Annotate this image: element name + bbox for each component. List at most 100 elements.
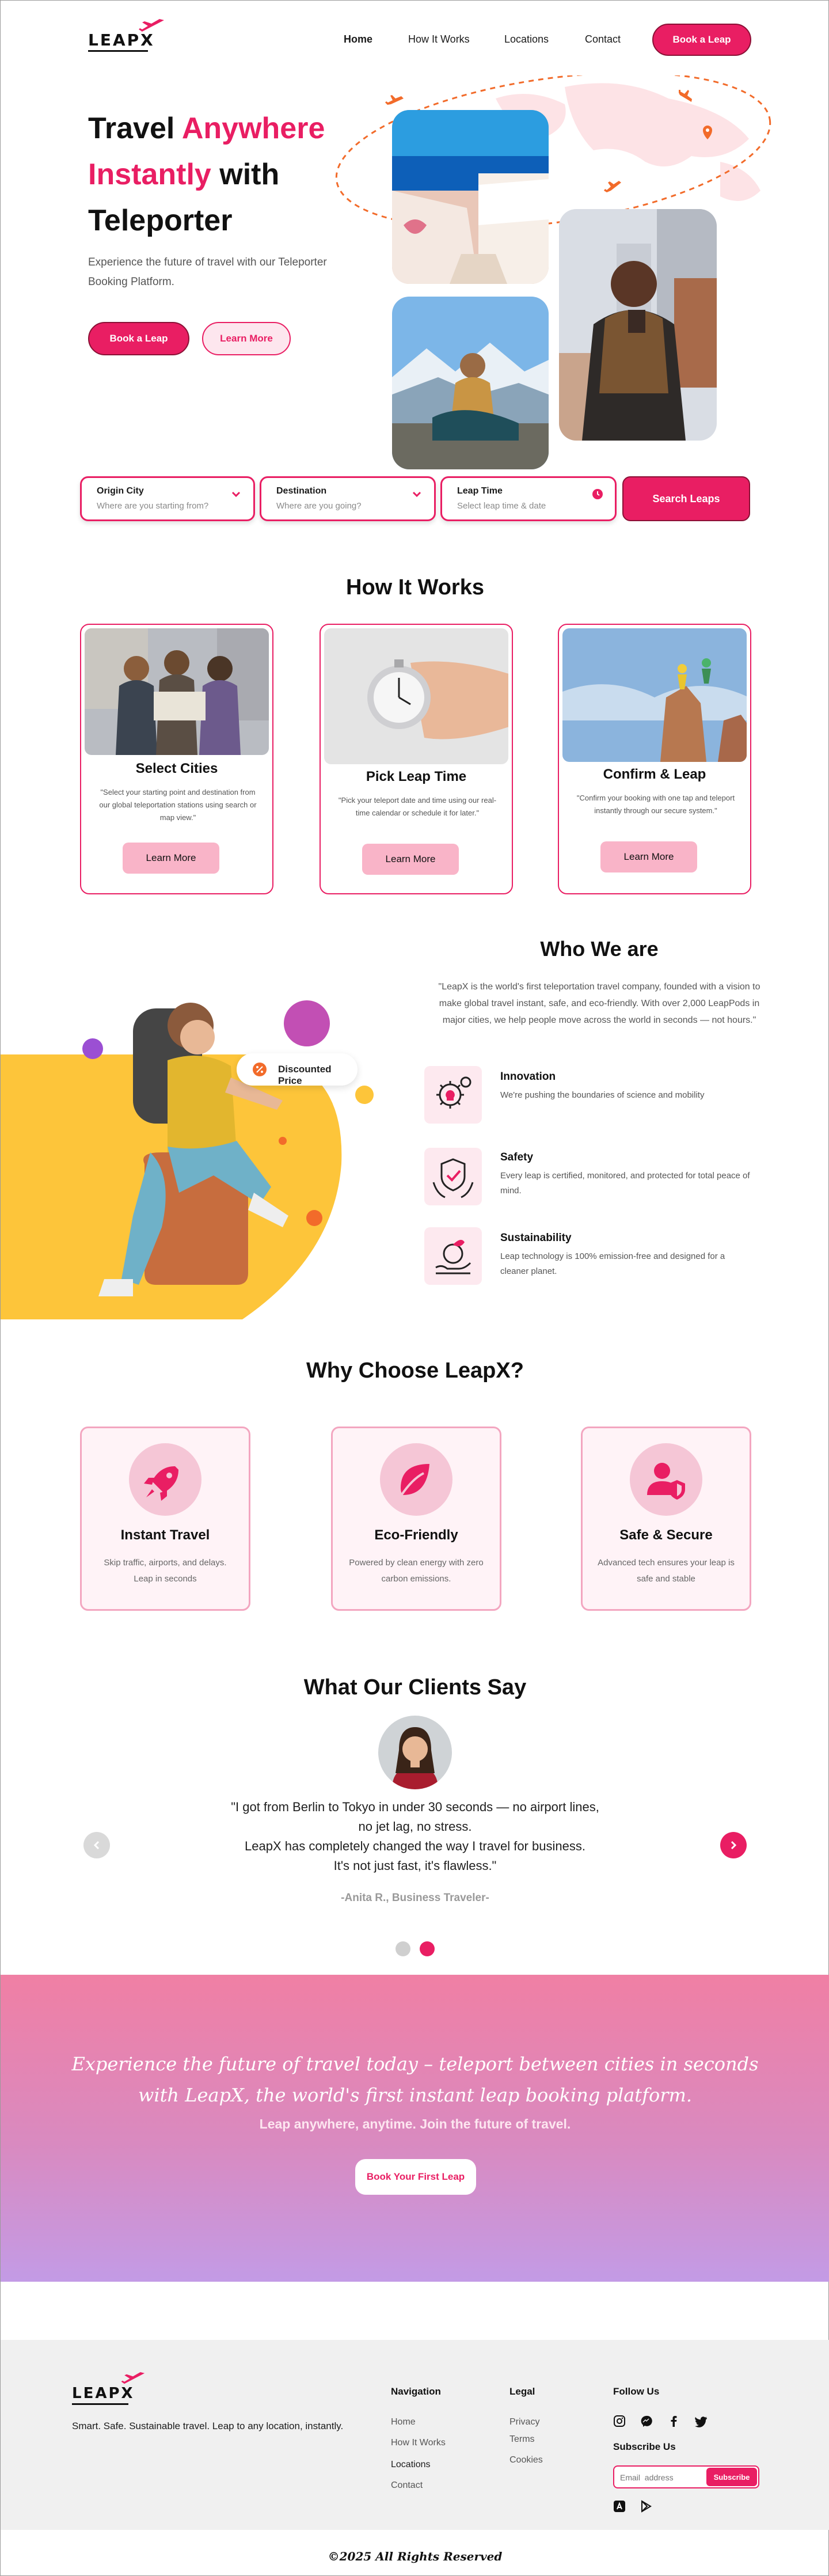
quote-line: no jet lag, no stress. xyxy=(358,1819,472,1834)
hero-photo-santorini xyxy=(392,110,549,284)
hero-photo-mountain-hiker xyxy=(392,297,549,469)
discount-badge: Discounted Price xyxy=(237,1053,358,1086)
origin-label: Origin City xyxy=(97,486,144,496)
messenger-icon[interactable] xyxy=(640,2415,652,2427)
footer-subscribe-title: Subscribe Us xyxy=(613,2441,676,2452)
hero-title-anywhere: Anywhere xyxy=(181,112,325,145)
cta-line: Experience the future of travel today – … xyxy=(71,2053,759,2075)
chevron-left-icon xyxy=(93,1841,100,1850)
quote-line: "I got from Berlin to Tokyo in under 30 … xyxy=(231,1800,599,1814)
nav-how-it-works[interactable]: How It Works xyxy=(408,33,470,45)
facebook-icon[interactable] xyxy=(667,2415,680,2427)
footer-link-how-it-works[interactable]: How It Works xyxy=(391,2438,446,2448)
email-input[interactable] xyxy=(620,2471,701,2484)
who-we-are-text: "LeapX is the world's first teleportatio… xyxy=(438,982,760,1025)
origin-city-field[interactable]: Origin City Where are you starting from? xyxy=(80,476,255,521)
leap-time-placeholder: Select leap time & date xyxy=(457,501,546,511)
how-image-stopwatch xyxy=(324,628,508,764)
plane-logo-icon xyxy=(120,2372,145,2386)
how-learn-more-button[interactable]: Learn More xyxy=(600,841,697,872)
prev-testimonial-button[interactable] xyxy=(83,1832,110,1858)
leap-time-field[interactable]: Leap Time Select leap time & date xyxy=(440,476,617,521)
subscribe-button[interactable]: Subscribe xyxy=(706,2468,757,2486)
feature-title-safety: Safety xyxy=(500,1151,534,1163)
how-card-desc: "Select your starting point and destinat… xyxy=(99,788,257,822)
feature-desc-innovation: We're pushing the boundaries of science … xyxy=(500,1090,705,1100)
hero-title-word-1: Travel xyxy=(88,112,182,145)
who-we-are-title: Who We are xyxy=(540,937,659,961)
feature-desc-safety: Every leap is certified, monitored, and … xyxy=(500,1171,750,1196)
feature-title-sustainability: Sustainability xyxy=(500,1232,572,1244)
how-card-confirm-leap: Confirm & Leap "Confirm your booking wit… xyxy=(558,624,751,894)
twitter-icon[interactable] xyxy=(695,2415,708,2427)
leaf-icon xyxy=(380,1443,452,1516)
plane-logo-icon xyxy=(138,19,164,34)
copyright: ©2025 All Rights Reserved xyxy=(328,2550,503,2563)
footer-link-locations[interactable]: Locations xyxy=(391,2460,431,2470)
chevron-down-icon[interactable] xyxy=(411,488,423,500)
why-choose-title: Why Choose LeapX? xyxy=(306,1359,524,1383)
testimonials-title: What Our Clients Say xyxy=(303,1675,527,1699)
footer xyxy=(1,2340,829,2530)
carousel-dot-1[interactable] xyxy=(396,1941,410,1956)
destination-field[interactable]: Destination Where are you going? xyxy=(260,476,436,521)
hero-title-with: with xyxy=(211,158,280,191)
hero-subtitle: Experience the future of travel with our… xyxy=(88,256,327,288)
hero-title-instantly: Instantly xyxy=(88,158,211,191)
instagram-icon[interactable] xyxy=(613,2415,626,2427)
footer-link-cookies[interactable]: Cookies xyxy=(509,2455,543,2465)
footer-link-home[interactable]: Home xyxy=(391,2417,416,2427)
hero-learn-more-button[interactable]: Learn More xyxy=(202,322,291,355)
footer-follow-title: Follow Us xyxy=(613,2386,660,2397)
how-card-title: Pick Leap Time xyxy=(366,769,467,784)
how-image-friends-map xyxy=(85,628,269,755)
clock-icon[interactable] xyxy=(592,488,603,500)
nav-contact[interactable]: Contact xyxy=(585,33,621,45)
feature-title-innovation: Innovation xyxy=(500,1071,556,1083)
google-play-icon[interactable] xyxy=(640,2500,652,2513)
how-learn-more-button[interactable]: Learn More xyxy=(362,844,459,875)
destination-placeholder: Where are you going? xyxy=(276,501,362,511)
chevron-down-icon[interactable] xyxy=(230,488,242,500)
safety-icon xyxy=(424,1148,482,1205)
search-leaps-button[interactable]: Search Leaps xyxy=(622,476,750,521)
testimonial-quote: "I got from Berlin to Tokyo in under 30 … xyxy=(185,1797,645,1876)
app-store-icon[interactable] xyxy=(613,2500,626,2513)
footer-legal-title: Legal xyxy=(509,2386,535,2397)
innovation-icon xyxy=(424,1066,482,1124)
footer-logo-underline xyxy=(72,2403,128,2405)
why-card-instant-travel: Instant Travel Skip traffic, airports, a… xyxy=(80,1427,250,1611)
how-card-desc: "Pick your teleport date and time using … xyxy=(338,796,497,817)
footer-link-privacy[interactable]: Privacy xyxy=(509,2417,539,2427)
footer-link-terms[interactable]: Terms xyxy=(509,2434,535,2445)
leap-time-label: Leap Time xyxy=(457,486,503,496)
nav-home[interactable]: Home xyxy=(344,33,372,45)
why-card-title: Safe & Secure xyxy=(619,1527,713,1543)
why-card-desc: Powered by clean energy with zero carbon… xyxy=(349,1558,484,1584)
sustainability-icon xyxy=(424,1227,482,1285)
destination-label: Destination xyxy=(276,486,327,496)
footer-nav-title: Navigation xyxy=(391,2386,441,2397)
hero-book-button[interactable]: Book a Leap xyxy=(88,322,189,355)
how-card-pick-time: Pick Leap Time "Pick your teleport date … xyxy=(320,624,513,894)
nav-book-button[interactable]: Book a Leap xyxy=(652,24,751,56)
next-testimonial-button[interactable] xyxy=(720,1832,747,1858)
footer-tagline: Smart. Safe. Sustainable travel. Leap to… xyxy=(72,2421,344,2431)
hero-photo-city-traveler xyxy=(559,209,717,441)
user-shield-icon xyxy=(630,1443,702,1516)
how-learn-more-button[interactable]: Learn More xyxy=(123,843,219,874)
feature-desc-sustainability: Leap technology is 100% emission-free an… xyxy=(500,1251,725,1276)
origin-placeholder: Where are you starting from? xyxy=(97,501,209,511)
quote-line: It's not just fast, it's flawless." xyxy=(333,1858,497,1873)
cta-headline: Experience the future of travel today – … xyxy=(70,2048,760,2111)
footer-link-contact[interactable]: Contact xyxy=(391,2480,423,2491)
book-first-leap-button[interactable]: Book Your First Leap xyxy=(355,2159,476,2195)
why-card-desc: Skip traffic, airports, and delays. Leap… xyxy=(104,1558,227,1584)
why-card-title: Eco-Friendly xyxy=(374,1527,458,1543)
rocket-icon xyxy=(129,1443,201,1516)
carousel-dot-2[interactable] xyxy=(420,1941,435,1956)
nav-locations[interactable]: Locations xyxy=(504,33,549,45)
hero-title: Travel Anywhere Instantly with Teleporte… xyxy=(88,105,353,244)
how-card-desc: "Confirm your booking with one tap and t… xyxy=(576,794,735,815)
traveler-illustration xyxy=(1,1000,374,1319)
